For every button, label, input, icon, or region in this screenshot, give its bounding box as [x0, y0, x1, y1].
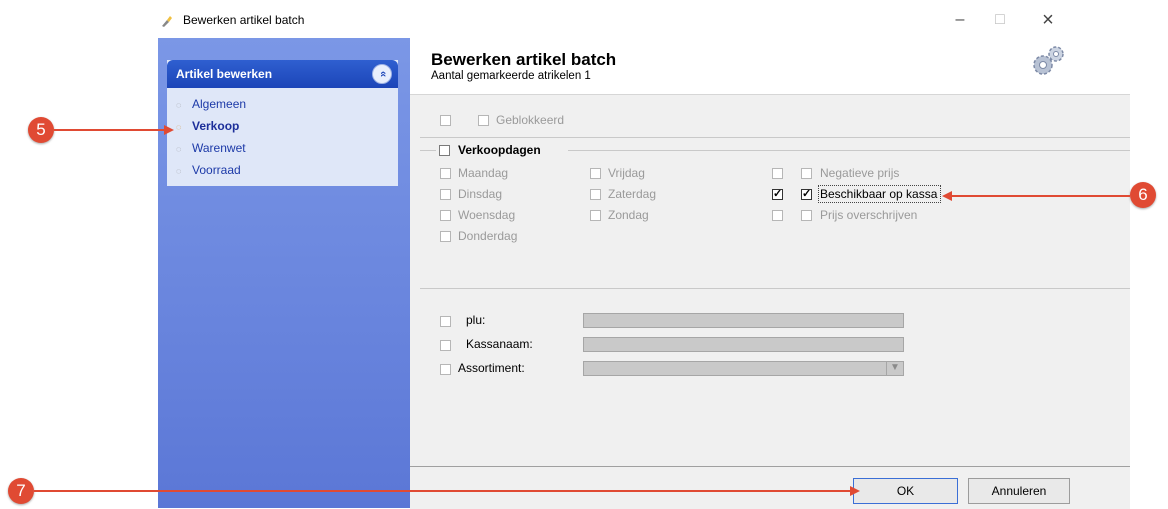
- woensdag-checkbox[interactable]: [440, 210, 451, 221]
- arrow-head-icon: [850, 486, 860, 496]
- plu-label: plu:: [466, 313, 486, 327]
- groupbox-line: [420, 150, 436, 151]
- beschikbaar-op-kassa-label: Beschikbaar op kassa: [820, 187, 938, 201]
- annotation-badge-6: 6: [1130, 182, 1156, 208]
- divider: [420, 137, 1130, 138]
- bullet-icon: ◌: [176, 166, 182, 176]
- assortiment-checkbox[interactable]: [440, 364, 451, 375]
- beschikbaar-op-kassa-checkbox[interactable]: ✓: [801, 189, 812, 200]
- kassanaam-input[interactable]: [583, 337, 904, 352]
- vrijdag-checkbox[interactable]: [590, 168, 601, 179]
- window-title: Bewerken artikel batch: [183, 13, 305, 27]
- geblokkeerd-enable-checkbox[interactable]: [440, 115, 451, 126]
- gear-icon: [1033, 46, 1064, 75]
- donderdag-label: Donderdag: [458, 229, 518, 243]
- sidebar-header-label: Artikel bewerken: [176, 67, 273, 81]
- zondag-label: Zondag: [608, 208, 649, 222]
- sidebar-item-verkoop[interactable]: ◌ Verkoop: [176, 119, 239, 135]
- geblokkeerd-checkbox[interactable]: [478, 115, 489, 126]
- sidebar-item-label: Voorraad: [192, 163, 241, 177]
- cancel-button[interactable]: Annuleren: [968, 478, 1070, 504]
- sidebar-item-warenwet[interactable]: ◌ Warenwet: [176, 141, 246, 157]
- kassanaam-checkbox[interactable]: [440, 340, 451, 351]
- plu-checkbox[interactable]: [440, 316, 451, 327]
- page-title: Bewerken artikel batch: [431, 50, 617, 69]
- dinsdag-label: Dinsdag: [458, 187, 503, 201]
- vrijdag-label: Vrijdag: [608, 166, 645, 180]
- woensdag-label: Woensdag: [458, 208, 516, 222]
- verkoopdagen-checkbox[interactable]: [439, 145, 450, 156]
- donderdag-checkbox[interactable]: [440, 231, 451, 242]
- zondag-checkbox[interactable]: [590, 210, 601, 221]
- negatieve-prijs-enable-checkbox[interactable]: [772, 168, 783, 179]
- prijs-overschrijven-label: Prijs overschrijven: [820, 208, 918, 222]
- maandag-checkbox[interactable]: [440, 168, 451, 179]
- zaterdag-checkbox[interactable]: [590, 189, 601, 200]
- negatieve-prijs-label: Negatieve prijs: [820, 166, 900, 180]
- chevron-down-icon[interactable]: ▼: [886, 361, 903, 376]
- bullet-icon: ◌: [176, 144, 182, 154]
- sidebar-item-voorraad[interactable]: ◌ Voorraad: [176, 163, 241, 179]
- app-icon: [162, 16, 172, 27]
- maximize-button[interactable]: □: [985, 8, 1015, 32]
- prijs-overschrijven-enable-checkbox[interactable]: [772, 210, 783, 221]
- beschikbaar-enable-checkbox[interactable]: ✓: [772, 189, 783, 200]
- collapse-icon[interactable]: «: [372, 64, 392, 84]
- sidebar-item-label: Algemeen: [192, 97, 247, 111]
- sidebar-item-label: Verkoop: [192, 119, 240, 133]
- negatieve-prijs-checkbox[interactable]: [801, 168, 812, 179]
- assortiment-label: Assortiment:: [458, 361, 525, 375]
- annotation-badge-7: 7: [8, 478, 34, 504]
- sidebar-item-label: Warenwet: [192, 141, 246, 155]
- annotation-badge-5: 5: [28, 117, 54, 143]
- prijs-overschrijven-checkbox[interactable]: [801, 210, 812, 221]
- arrow-head-icon: [942, 191, 952, 201]
- zaterdag-label: Zaterdag: [608, 187, 657, 201]
- verkoopdagen-label: Verkoopdagen: [458, 143, 541, 157]
- arrow-head-icon: [164, 125, 174, 135]
- annotation-arrow: [54, 129, 166, 131]
- divider: [420, 288, 1130, 289]
- bullet-icon: ◌: [176, 100, 182, 110]
- assortiment-select[interactable]: [583, 361, 904, 376]
- ok-button[interactable]: OK: [853, 478, 958, 504]
- sidebar-item-algemeen[interactable]: ◌ Algemeen: [176, 97, 246, 113]
- dinsdag-checkbox[interactable]: [440, 189, 451, 200]
- maandag-label: Maandag: [458, 166, 509, 180]
- kassanaam-label: Kassanaam:: [466, 337, 533, 351]
- close-button[interactable]: ×: [1033, 8, 1063, 32]
- annotation-arrow: [34, 490, 852, 492]
- bullet-icon: ◌: [176, 122, 182, 132]
- minimize-button[interactable]: –: [945, 8, 975, 32]
- page-subtitle: Aantal gemarkeerde atrikelen 1: [431, 70, 591, 82]
- annotation-arrow: [952, 195, 1130, 197]
- groupbox-line: [568, 150, 1130, 151]
- geblokkeerd-label: Geblokkeerd: [496, 113, 565, 127]
- plu-input[interactable]: [583, 313, 904, 328]
